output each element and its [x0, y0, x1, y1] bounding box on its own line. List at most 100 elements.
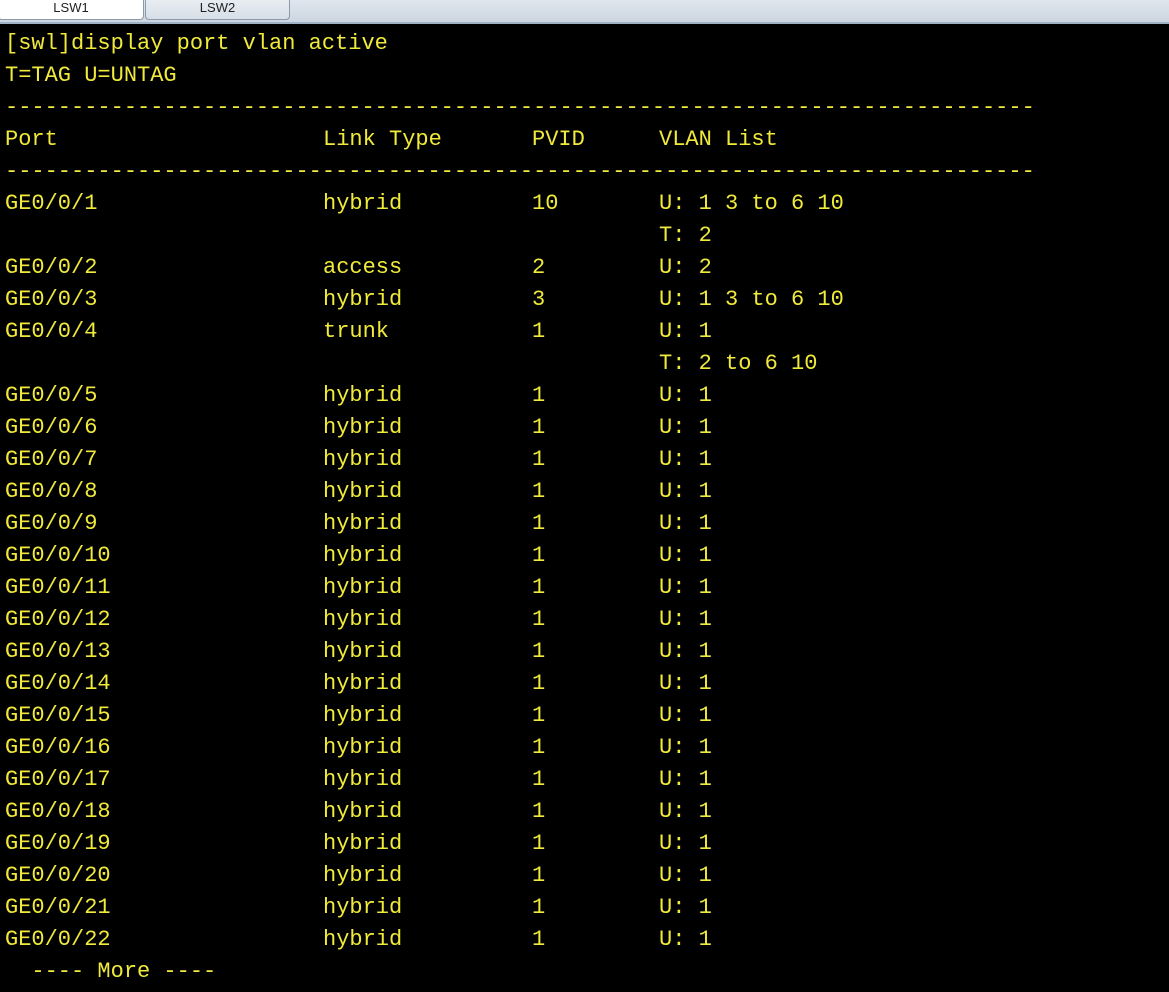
table-row: GE0/0/22 hybrid 1 U: 1	[0, 924, 1169, 956]
link-type-cell: hybrid	[323, 863, 403, 888]
vlan-list-cell: U: 1 3 to 6 10	[659, 287, 844, 312]
separator-top: ----------------------------------------…	[5, 95, 1035, 120]
table-row: GE0/0/16 hybrid 1 U: 1	[0, 732, 1169, 764]
link-type-cell: hybrid	[323, 415, 403, 440]
command-line: [swl]display port vlan active	[5, 31, 388, 56]
session-tab-bar: LSW1 LSW2	[0, 0, 1169, 24]
table-row: GE0/0/14 hybrid 1 U: 1	[0, 668, 1169, 700]
table-row: GE0/0/9 hybrid 1 U: 1	[0, 508, 1169, 540]
table-row: GE0/0/18 hybrid 1 U: 1	[0, 796, 1169, 828]
vlan-list-cell: T: 2 to 6 10	[659, 351, 818, 376]
pvid-cell: 1	[532, 735, 546, 760]
terminal-console[interactable]: [swl]display port vlan active T=TAG U=UN…	[0, 24, 1169, 992]
pvid-cell: 1	[532, 639, 546, 664]
link-type-cell: hybrid	[323, 671, 403, 696]
table-row: GE0/0/21 hybrid 1 U: 1	[0, 892, 1169, 924]
tab-lsw2[interactable]: LSW2	[145, 0, 290, 20]
port-cell: GE0/0/15	[5, 703, 111, 728]
pvid-cell: 1	[532, 703, 546, 728]
table-row: GE0/0/4 trunk 1 U: 1	[0, 316, 1169, 348]
pvid-cell: 1	[532, 831, 546, 856]
pvid-cell: 1	[532, 799, 546, 824]
vlan-list-cell: U: 1	[659, 671, 712, 696]
link-type-cell: hybrid	[323, 191, 403, 216]
table-header-row: Port Link Type PVID VLAN List	[0, 124, 1169, 156]
pvid-cell: 3	[532, 287, 546, 312]
link-type-cell: hybrid	[323, 543, 403, 568]
table-row: GE0/0/8 hybrid 1 U: 1	[0, 476, 1169, 508]
port-cell: GE0/0/11	[5, 575, 111, 600]
vlan-list-cell: U: 1	[659, 799, 712, 824]
port-cell: GE0/0/8	[5, 479, 98, 504]
table-row: GE0/0/19 hybrid 1 U: 1	[0, 828, 1169, 860]
table-row: GE0/0/7 hybrid 1 U: 1	[0, 444, 1169, 476]
vlan-list-cell: U: 1	[659, 415, 712, 440]
vlan-list-cell: U: 1	[659, 639, 712, 664]
pvid-cell: 1	[532, 511, 546, 536]
link-type-cell: hybrid	[323, 479, 403, 504]
vlan-list-cell: U: 1	[659, 575, 712, 600]
link-type-cell: hybrid	[323, 511, 403, 536]
link-type-cell: hybrid	[323, 287, 403, 312]
header-pvid: PVID	[532, 127, 585, 152]
link-type-cell: hybrid	[323, 927, 403, 952]
vlan-list-cell: U: 1	[659, 479, 712, 504]
separator-header: ----------------------------------------…	[5, 159, 1035, 184]
header-vlan-list: VLAN List	[659, 127, 778, 152]
port-cell: GE0/0/21	[5, 895, 111, 920]
table-row: GE0/0/6 hybrid 1 U: 1	[0, 412, 1169, 444]
vlan-list-cell: U: 2	[659, 255, 712, 280]
vlan-list-cell: U: 1	[659, 319, 712, 344]
link-type-cell: hybrid	[323, 703, 403, 728]
pvid-cell: 1	[532, 607, 546, 632]
port-cell: GE0/0/7	[5, 447, 98, 472]
table-row: GE0/0/2 access 2 U: 2	[0, 252, 1169, 284]
link-type-cell: hybrid	[323, 799, 403, 824]
link-type-cell: trunk	[323, 319, 390, 344]
link-type-cell: hybrid	[323, 639, 403, 664]
link-type-cell: hybrid	[323, 831, 403, 856]
link-type-cell: hybrid	[323, 735, 403, 760]
vlan-list-cell: U: 1	[659, 607, 712, 632]
pvid-cell: 1	[532, 319, 546, 344]
tab-lsw1[interactable]: LSW1	[0, 0, 144, 20]
pvid-cell: 1	[532, 767, 546, 792]
pvid-cell: 1	[532, 479, 546, 504]
table-row: GE0/0/5 hybrid 1 U: 1	[0, 380, 1169, 412]
table-row: GE0/0/20 hybrid 1 U: 1	[0, 860, 1169, 892]
vlan-list-cell: U: 1	[659, 511, 712, 536]
port-cell: GE0/0/18	[5, 799, 111, 824]
port-cell: GE0/0/4	[5, 319, 98, 344]
table-row: GE0/0/11 hybrid 1 U: 1	[0, 572, 1169, 604]
vlan-list-cell: U: 1 3 to 6 10	[659, 191, 844, 216]
table-row: GE0/0/3 hybrid 3 U: 1 3 to 6 10	[0, 284, 1169, 316]
pvid-cell: 1	[532, 863, 546, 888]
link-type-cell: hybrid	[323, 447, 403, 472]
port-cell: GE0/0/20	[5, 863, 111, 888]
pvid-cell: 1	[532, 543, 546, 568]
port-cell: GE0/0/5	[5, 383, 98, 408]
table-row: GE0/0/1 hybrid 10 U: 1 3 to 6 10	[0, 188, 1169, 220]
port-cell: GE0/0/22	[5, 927, 111, 952]
table-row: T: 2	[0, 220, 1169, 252]
pvid-cell: 1	[532, 447, 546, 472]
pvid-cell: 2	[532, 255, 546, 280]
port-cell: GE0/0/6	[5, 415, 98, 440]
vlan-list-cell: U: 1	[659, 863, 712, 888]
port-cell: GE0/0/14	[5, 671, 111, 696]
port-cell: GE0/0/12	[5, 607, 111, 632]
table-row: GE0/0/17 hybrid 1 U: 1	[0, 764, 1169, 796]
pvid-cell: 1	[532, 927, 546, 952]
port-cell: GE0/0/13	[5, 639, 111, 664]
vlan-list-cell: T: 2	[659, 223, 712, 248]
port-cell: GE0/0/2	[5, 255, 98, 280]
vlan-list-cell: U: 1	[659, 895, 712, 920]
vlan-list-cell: U: 1	[659, 543, 712, 568]
vlan-list-cell: U: 1	[659, 831, 712, 856]
vlan-list-cell: U: 1	[659, 767, 712, 792]
header-port: Port	[5, 127, 58, 152]
pvid-cell: 10	[532, 191, 559, 216]
port-cell: GE0/0/10	[5, 543, 111, 568]
table-row: GE0/0/12 hybrid 1 U: 1	[0, 604, 1169, 636]
link-type-cell: hybrid	[323, 575, 403, 600]
